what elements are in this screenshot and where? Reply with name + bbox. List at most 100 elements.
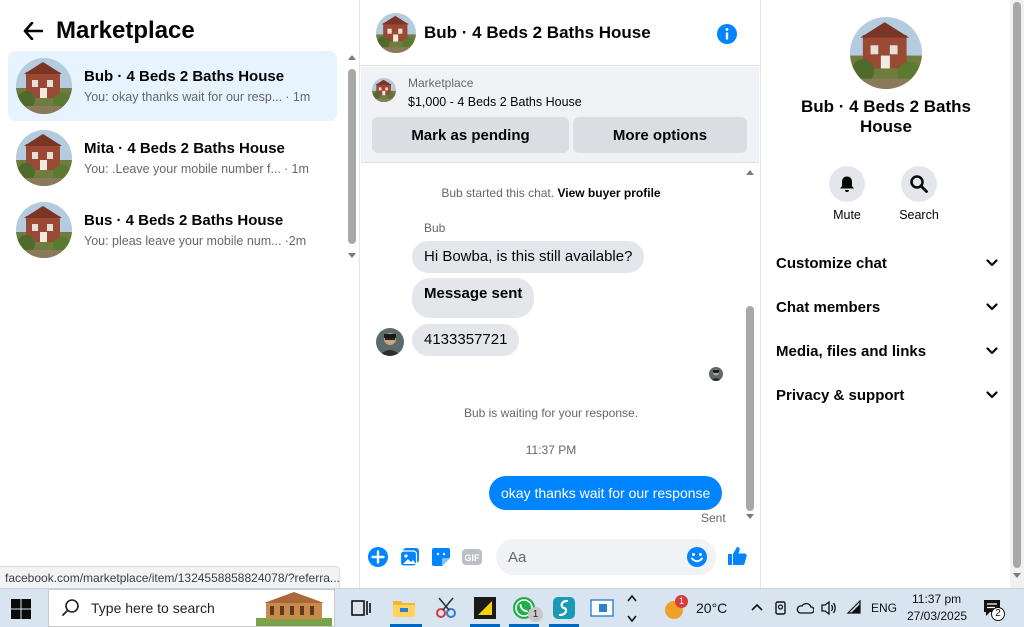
listing-banner: Marketplace $1,000 - 4 Beds 2 Baths Hous…	[361, 67, 759, 163]
snipping-tool-icon[interactable]	[433, 595, 459, 621]
message-timestamp: 11:37 PM	[525, 443, 577, 457]
taskbar-search-box[interactable]: Type here to search	[48, 589, 335, 627]
sticky-notes-icon[interactable]	[472, 595, 498, 621]
back-button[interactable]	[18, 16, 48, 46]
avatar	[16, 58, 72, 114]
app-window-icon[interactable]	[589, 595, 615, 621]
message-bubble[interactable]: Hi Bowba, is this still available?	[412, 241, 645, 273]
onedrive-icon[interactable]	[796, 601, 814, 615]
seen-receipt-avatar	[709, 367, 723, 381]
left-header: Marketplace	[18, 14, 195, 48]
clock-date[interactable]: 27/03/2025	[907, 609, 967, 623]
sender-name: Bub	[424, 221, 446, 235]
windows-taskbar: Type here to search 1 1 20°C ENG 11:37 p…	[0, 588, 1024, 627]
conversation-name: Bus · 4 Beds 2 Baths House	[84, 212, 284, 229]
mute-label: Mute	[833, 208, 861, 222]
avatar	[16, 130, 72, 186]
image-icon[interactable]	[399, 546, 421, 568]
message-bubble[interactable]: 4133357721	[412, 324, 520, 356]
windows-icon[interactable]	[10, 598, 32, 620]
view-buyer-profile-link[interactable]: View buyer profile	[557, 186, 660, 200]
message-input[interactable]	[496, 539, 716, 575]
listing-thumbnail[interactable]	[372, 78, 396, 102]
chevron-up-icon[interactable]	[750, 602, 764, 612]
info-icon[interactable]	[717, 24, 737, 44]
search-icon	[910, 175, 928, 193]
language-indicator[interactable]: ENG	[871, 601, 897, 615]
sender-avatar[interactable]	[376, 328, 404, 356]
chat-header: Bub · 4 Beds 2 Baths House	[361, 0, 759, 66]
conversation-list-scrollbar[interactable]	[347, 55, 357, 260]
chat-title[interactable]: Bub · 4 Beds 2 Baths House	[424, 23, 651, 43]
section-customize-chat[interactable]: Customize chat	[776, 248, 998, 278]
conversation-item-bub[interactable]: Bub · 4 Beds 2 Baths House You: okay tha…	[8, 51, 337, 121]
back-arrow-icon	[23, 22, 43, 40]
weather-badge: 1	[675, 595, 688, 608]
details-title: Bub · 4 Beds 2 Baths House	[800, 97, 972, 136]
page-scrollbar[interactable]	[1010, 0, 1024, 588]
chevron-down-icon	[986, 259, 998, 267]
conversation-preview: You: okay thanks wait for our resp...	[84, 90, 283, 104]
section-privacy-support[interactable]: Privacy & support	[776, 380, 998, 410]
message-bubble[interactable]: Message sent	[412, 278, 535, 318]
meet-now-icon[interactable]	[774, 600, 788, 616]
taskbar-overflow-arrows[interactable]	[626, 592, 638, 624]
link-status-bar: facebook.com/marketplace/item/1324558858…	[0, 566, 340, 588]
section-media-files-links[interactable]: Media, files and links	[776, 336, 998, 366]
section-label: Privacy & support	[776, 386, 905, 404]
search-in-chat-button[interactable]: Search	[889, 166, 949, 222]
like-icon[interactable]	[726, 545, 748, 567]
listing-price-title[interactable]: $1,000 - 4 Beds 2 Baths House	[408, 95, 582, 109]
my-message-bubble[interactable]: okay thanks wait for our response	[489, 476, 723, 510]
gif-icon[interactable]: GIF	[461, 546, 483, 568]
conversation-time: · 1m	[283, 162, 309, 176]
wifi-icon[interactable]	[846, 600, 862, 616]
emoji-icon[interactable]	[686, 546, 708, 568]
chat-details-panel: Bub · 4 Beds 2 Baths House Mute Search C…	[760, 0, 1010, 588]
conversation-list-panel: Marketplace Bub · 4 Beds 2 Baths House Y…	[0, 0, 360, 588]
thread-scrollbar[interactable]	[745, 170, 755, 520]
chevron-down-icon	[986, 347, 998, 355]
avatar[interactable]	[850, 17, 922, 89]
message-thread: Bub started this chat. View buyer profil…	[361, 164, 759, 528]
page-title: Marketplace	[56, 17, 195, 44]
surfshark-icon[interactable]	[551, 595, 577, 621]
volume-icon[interactable]	[820, 600, 838, 616]
chat-panel: Bub · 4 Beds 2 Baths House Marketplace $…	[361, 0, 759, 588]
sticker-icon[interactable]	[430, 546, 452, 568]
weather-temperature[interactable]: 20°C	[696, 600, 727, 616]
messenger-app: Marketplace Bub · 4 Beds 2 Baths House Y…	[0, 0, 1024, 588]
search-icon	[62, 599, 79, 616]
mark-as-pending-button[interactable]: Mark as pending	[372, 117, 569, 153]
search-highlight-image	[256, 592, 332, 626]
whatsapp-badge: 1	[528, 607, 543, 622]
conversation-item-bus[interactable]: Bus · 4 Beds 2 Baths House You: pleas le…	[8, 195, 337, 265]
notification-count: 2	[991, 607, 1005, 621]
conversation-item-mita[interactable]: Mita · 4 Beds 2 Baths House You: .Leave …	[8, 123, 337, 193]
sent-status: Sent	[701, 511, 726, 525]
section-label: Customize chat	[776, 254, 887, 272]
section-label: Media, files and links	[776, 342, 927, 360]
mute-button[interactable]: Mute	[817, 166, 877, 222]
clock-time[interactable]: 11:37 pm	[912, 592, 961, 606]
section-chat-members[interactable]: Chat members	[776, 292, 998, 322]
conversation-preview: You: pleas leave your mobile num...	[84, 234, 282, 248]
plus-icon[interactable]	[367, 546, 389, 568]
waiting-notice: Bub is waiting for your response.	[463, 406, 639, 420]
more-options-button[interactable]: More options	[573, 117, 747, 153]
avatar[interactable]	[376, 12, 416, 53]
file-explorer-icon[interactable]	[391, 595, 417, 621]
avatar	[16, 202, 72, 258]
chevron-down-icon	[986, 303, 998, 311]
conversation-time: · 1m	[285, 90, 311, 104]
listing-category: Marketplace	[408, 76, 474, 90]
chat-started-text: Bub started this chat.	[441, 186, 555, 200]
section-label: Chat members	[776, 298, 881, 316]
conversation-name: Bub · 4 Beds 2 Baths House	[84, 68, 285, 85]
conversation-preview: You: .Leave your mobile number f...	[84, 162, 281, 176]
taskbar-search-placeholder: Type here to search	[91, 600, 215, 616]
chat-started-notice: Bub started this chat. View buyer profil…	[361, 186, 741, 200]
bell-icon	[840, 176, 854, 192]
task-view-icon[interactable]	[348, 595, 374, 621]
chevron-down-icon	[986, 391, 998, 399]
